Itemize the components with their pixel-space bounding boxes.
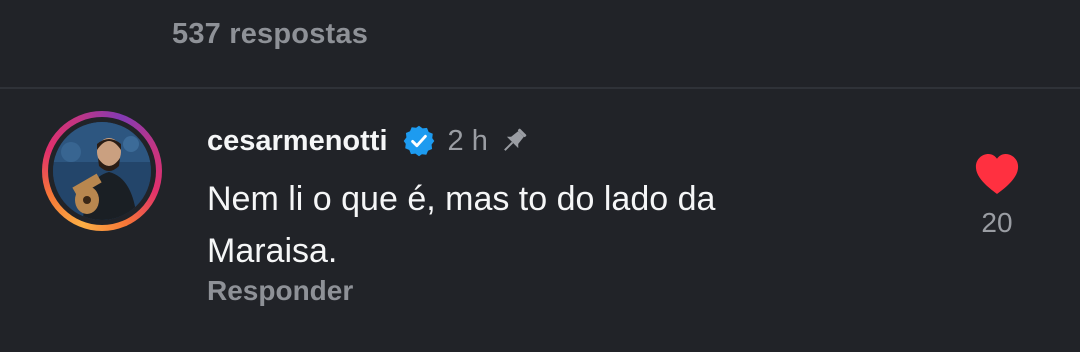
comment-text: Nem li o que é, mas to do lado da Marais… <box>207 180 716 270</box>
comment-item: cesarmenotti 2 h Nem li o que é, mas to … <box>0 89 1080 352</box>
reply-button[interactable]: Responder <box>207 275 353 307</box>
avatar-story-ring[interactable] <box>42 111 162 231</box>
replies-count[interactable]: 537 respostas <box>172 18 368 51</box>
pin-icon <box>498 125 530 157</box>
heart-icon[interactable] <box>974 153 1020 195</box>
like-area: 20 <box>970 153 1024 239</box>
verified-badge-icon <box>402 124 436 158</box>
comment-time: 2 h <box>447 124 488 157</box>
like-count: 20 <box>981 207 1013 238</box>
avatar[interactable] <box>53 122 151 220</box>
comment-header: cesarmenotti 2 h <box>207 119 530 163</box>
username[interactable]: cesarmenotti <box>207 125 388 158</box>
